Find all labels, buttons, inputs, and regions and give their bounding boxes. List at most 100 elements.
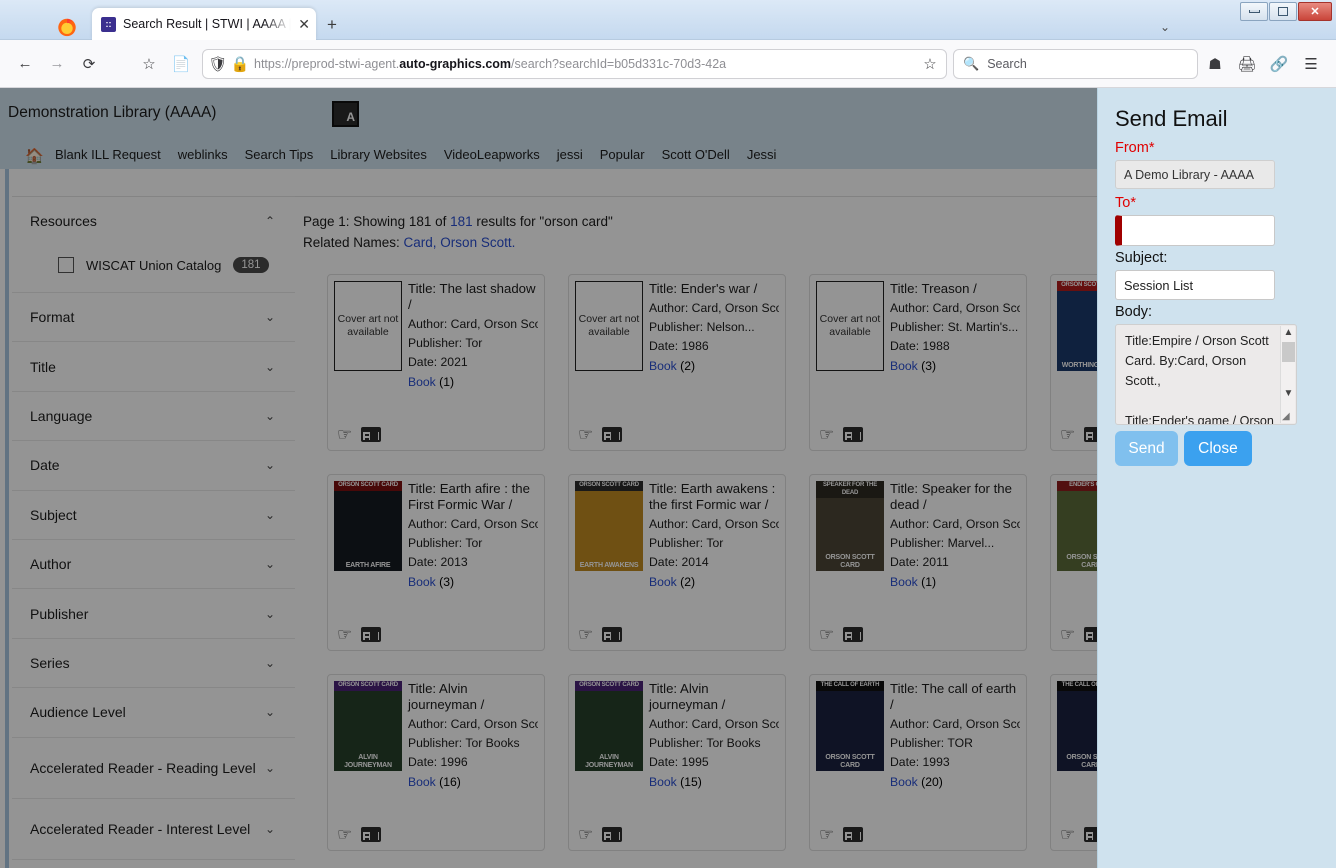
minimize-window-button[interactable]	[1240, 2, 1268, 21]
send-button[interactable]: Send	[1115, 431, 1178, 466]
to-field[interactable]	[1115, 215, 1275, 246]
close-window-button[interactable]: ✕	[1298, 2, 1332, 21]
subject-field[interactable]: Session List	[1115, 270, 1275, 300]
nav-link-6[interactable]: Popular	[600, 147, 645, 162]
result-format-link[interactable]: Book	[890, 575, 918, 589]
facet-subject[interactable]: Subject ⌄	[12, 491, 295, 540]
request-hand-icon[interactable]: ☞	[337, 626, 352, 643]
full-record-icon[interactable]	[602, 427, 623, 442]
result-format-link[interactable]: Book	[890, 775, 918, 789]
cover-art[interactable]: ORSON SCOTT CARD EARTH AFIRE	[334, 481, 402, 571]
result-card[interactable]: ORSON SCOTT CARD ALVIN JOURNEYMAN Title: A…	[568, 674, 786, 851]
result-format-link[interactable]: Book	[890, 359, 918, 373]
browser-tab[interactable]: :: Search Result | STWI | AAAA | Au ✕	[92, 8, 316, 40]
result-title[interactable]: Title: Treason /	[890, 281, 1020, 297]
facet-author[interactable]: Author ⌄	[12, 540, 295, 590]
request-hand-icon[interactable]: ☞	[337, 426, 352, 443]
cover-art[interactable]: ORSON SCOTT CARD EARTH AWAKENS	[575, 481, 643, 571]
result-card[interactable]: Cover art not available Title: Ender's wa…	[568, 274, 786, 451]
related-names-link[interactable]: Card, Orson Scott.	[404, 235, 516, 250]
nav-link-7[interactable]: Scott O'Dell	[662, 147, 730, 162]
result-format-link[interactable]: Book	[649, 575, 677, 589]
facet-checkbox[interactable]	[58, 257, 74, 273]
result-card[interactable]: ORSON SCOTT CARD ALVIN JOURNEYMAN Title: A…	[327, 674, 545, 851]
result-title[interactable]: Title: The last shadow /	[408, 281, 538, 313]
result-title[interactable]: Title: Alvin journeyman /	[649, 681, 779, 713]
full-record-icon[interactable]	[361, 827, 382, 842]
nav-link-8[interactable]: Jessi	[747, 147, 777, 162]
scrollbar-thumb[interactable]	[1282, 342, 1295, 362]
cover-art[interactable]: ORSON SCOTT CARD ALVIN JOURNEYMAN	[575, 681, 643, 771]
result-format-link[interactable]: Book	[408, 575, 436, 589]
new-tab-button[interactable]: +	[327, 16, 337, 33]
result-title[interactable]: Title: Earth awakens : the first Formic …	[649, 481, 779, 513]
cover-art[interactable]: THE CALL OF EARTH ORSON SCOTT CARD	[816, 681, 884, 771]
app-menu-icon[interactable]: ☰	[1296, 49, 1326, 79]
reload-icon[interactable]: ⟳	[74, 49, 104, 79]
result-format-link[interactable]: Book	[649, 775, 677, 789]
facet-date[interactable]: Date ⌄	[12, 441, 295, 491]
result-card[interactable]: ORSON SCOTT CARD EARTH AFIRE Title: Earth …	[327, 474, 545, 651]
result-title[interactable]: Title: Earth afire : the First Formic Wa…	[408, 481, 538, 513]
body-textarea[interactable]: Title:Empire / Orson Scott Card. By:Card…	[1115, 324, 1297, 425]
request-hand-icon[interactable]: ☞	[819, 626, 834, 643]
pocket-save-icon[interactable]: ☗	[1200, 49, 1230, 79]
request-hand-icon[interactable]: ☞	[1060, 826, 1075, 843]
bookmark-page-icon[interactable]: ☆	[921, 49, 939, 79]
cover-art[interactable]: SPEAKER FOR THE DEAD ORSON SCOTT CARD	[816, 481, 884, 571]
nav-link-1[interactable]: weblinks	[178, 147, 228, 162]
facet-item[interactable]: WISCAT Union Catalog 181	[12, 245, 295, 285]
nav-link-4[interactable]: VideoLeapworks	[444, 147, 540, 162]
request-hand-icon[interactable]: ☞	[578, 426, 593, 443]
language-translate-icon[interactable]: A	[332, 101, 359, 127]
full-record-icon[interactable]	[602, 627, 623, 642]
result-title[interactable]: Title: Ender's war /	[649, 281, 779, 297]
result-format-link[interactable]: Book	[649, 359, 677, 373]
scroll-up-icon[interactable]: ▲	[1281, 326, 1296, 340]
request-hand-icon[interactable]: ☞	[819, 826, 834, 843]
browser-search-box[interactable]: 🔍 Search	[953, 48, 1198, 79]
facet-resources[interactable]: Resources ⌃ WISCAT Union Catalog 181	[12, 197, 295, 293]
address-bar[interactable]: 🛡 🔒 https://preprod-stwi-agent.auto-grap…	[202, 48, 947, 79]
request-hand-icon[interactable]: ☞	[1060, 426, 1075, 443]
result-title[interactable]: Title: The call of earth /	[890, 681, 1020, 713]
request-hand-icon[interactable]: ☞	[578, 626, 593, 643]
full-record-icon[interactable]	[843, 627, 864, 642]
close-button[interactable]: Close	[1184, 431, 1252, 466]
print-icon[interactable]: 🖨	[1232, 49, 1262, 79]
close-tab-icon[interactable]: ✕	[298, 17, 310, 31]
from-field[interactable]: A Demo Library - AAAA	[1115, 160, 1275, 189]
facet-accelerated-reader-reading-level[interactable]: Accelerated Reader - Reading Level ⌄	[12, 738, 295, 799]
home-icon[interactable]: 🏠	[25, 147, 44, 165]
result-format-link[interactable]: Book	[408, 375, 436, 389]
forward-icon[interactable]: →	[42, 49, 72, 79]
result-card[interactable]: THE CALL OF EARTHORSON SCOTT CARDTitle: …	[809, 674, 1027, 851]
facet-title[interactable]: Title ⌄	[12, 342, 295, 392]
result-card[interactable]: ORSON SCOTT CARD EARTH AWAKENS Title: Eart…	[568, 474, 786, 651]
full-record-icon[interactable]	[602, 827, 623, 842]
nav-link-0[interactable]: Blank ILL Request	[55, 147, 161, 162]
result-title[interactable]: Title: Speaker for the dead /	[890, 481, 1020, 513]
facet-publisher[interactable]: Publisher ⌄	[12, 589, 295, 639]
result-card[interactable]: SPEAKER FOR THE DEAD ORSON SCOTT CARD Titl…	[809, 474, 1027, 651]
summary-total-link[interactable]: 181	[450, 214, 473, 229]
result-card[interactable]: Cover art not available Title: The last s…	[327, 274, 545, 451]
request-hand-icon[interactable]: ☞	[1060, 626, 1075, 643]
request-hand-icon[interactable]: ☞	[578, 826, 593, 843]
request-hand-icon[interactable]: ☞	[819, 426, 834, 443]
result-card[interactable]: Cover art not available Title: Treason / A…	[809, 274, 1027, 451]
nav-link-5[interactable]: jessi	[557, 147, 583, 162]
resize-grip-icon[interactable]: ◢	[1282, 411, 1294, 423]
facet-format[interactable]: Format ⌄	[12, 293, 295, 343]
request-hand-icon[interactable]: ☞	[337, 826, 352, 843]
nav-link-2[interactable]: Search Tips	[245, 147, 314, 162]
body-scrollbar[interactable]: ▲ ▼	[1280, 326, 1295, 423]
list-all-tabs-icon[interactable]: ⌄	[1160, 20, 1170, 34]
facet-accelerated-reader-interest-level[interactable]: Accelerated Reader - Interest Level ⌄	[12, 799, 295, 860]
maximize-window-button[interactable]	[1269, 2, 1297, 21]
save-to-pocket-icon[interactable]: 📄	[166, 49, 196, 79]
result-format-link[interactable]: Book	[408, 775, 436, 789]
facet-series[interactable]: Series ⌄	[12, 639, 295, 689]
nav-link-3[interactable]: Library Websites	[330, 147, 427, 162]
full-record-icon[interactable]	[361, 427, 382, 442]
